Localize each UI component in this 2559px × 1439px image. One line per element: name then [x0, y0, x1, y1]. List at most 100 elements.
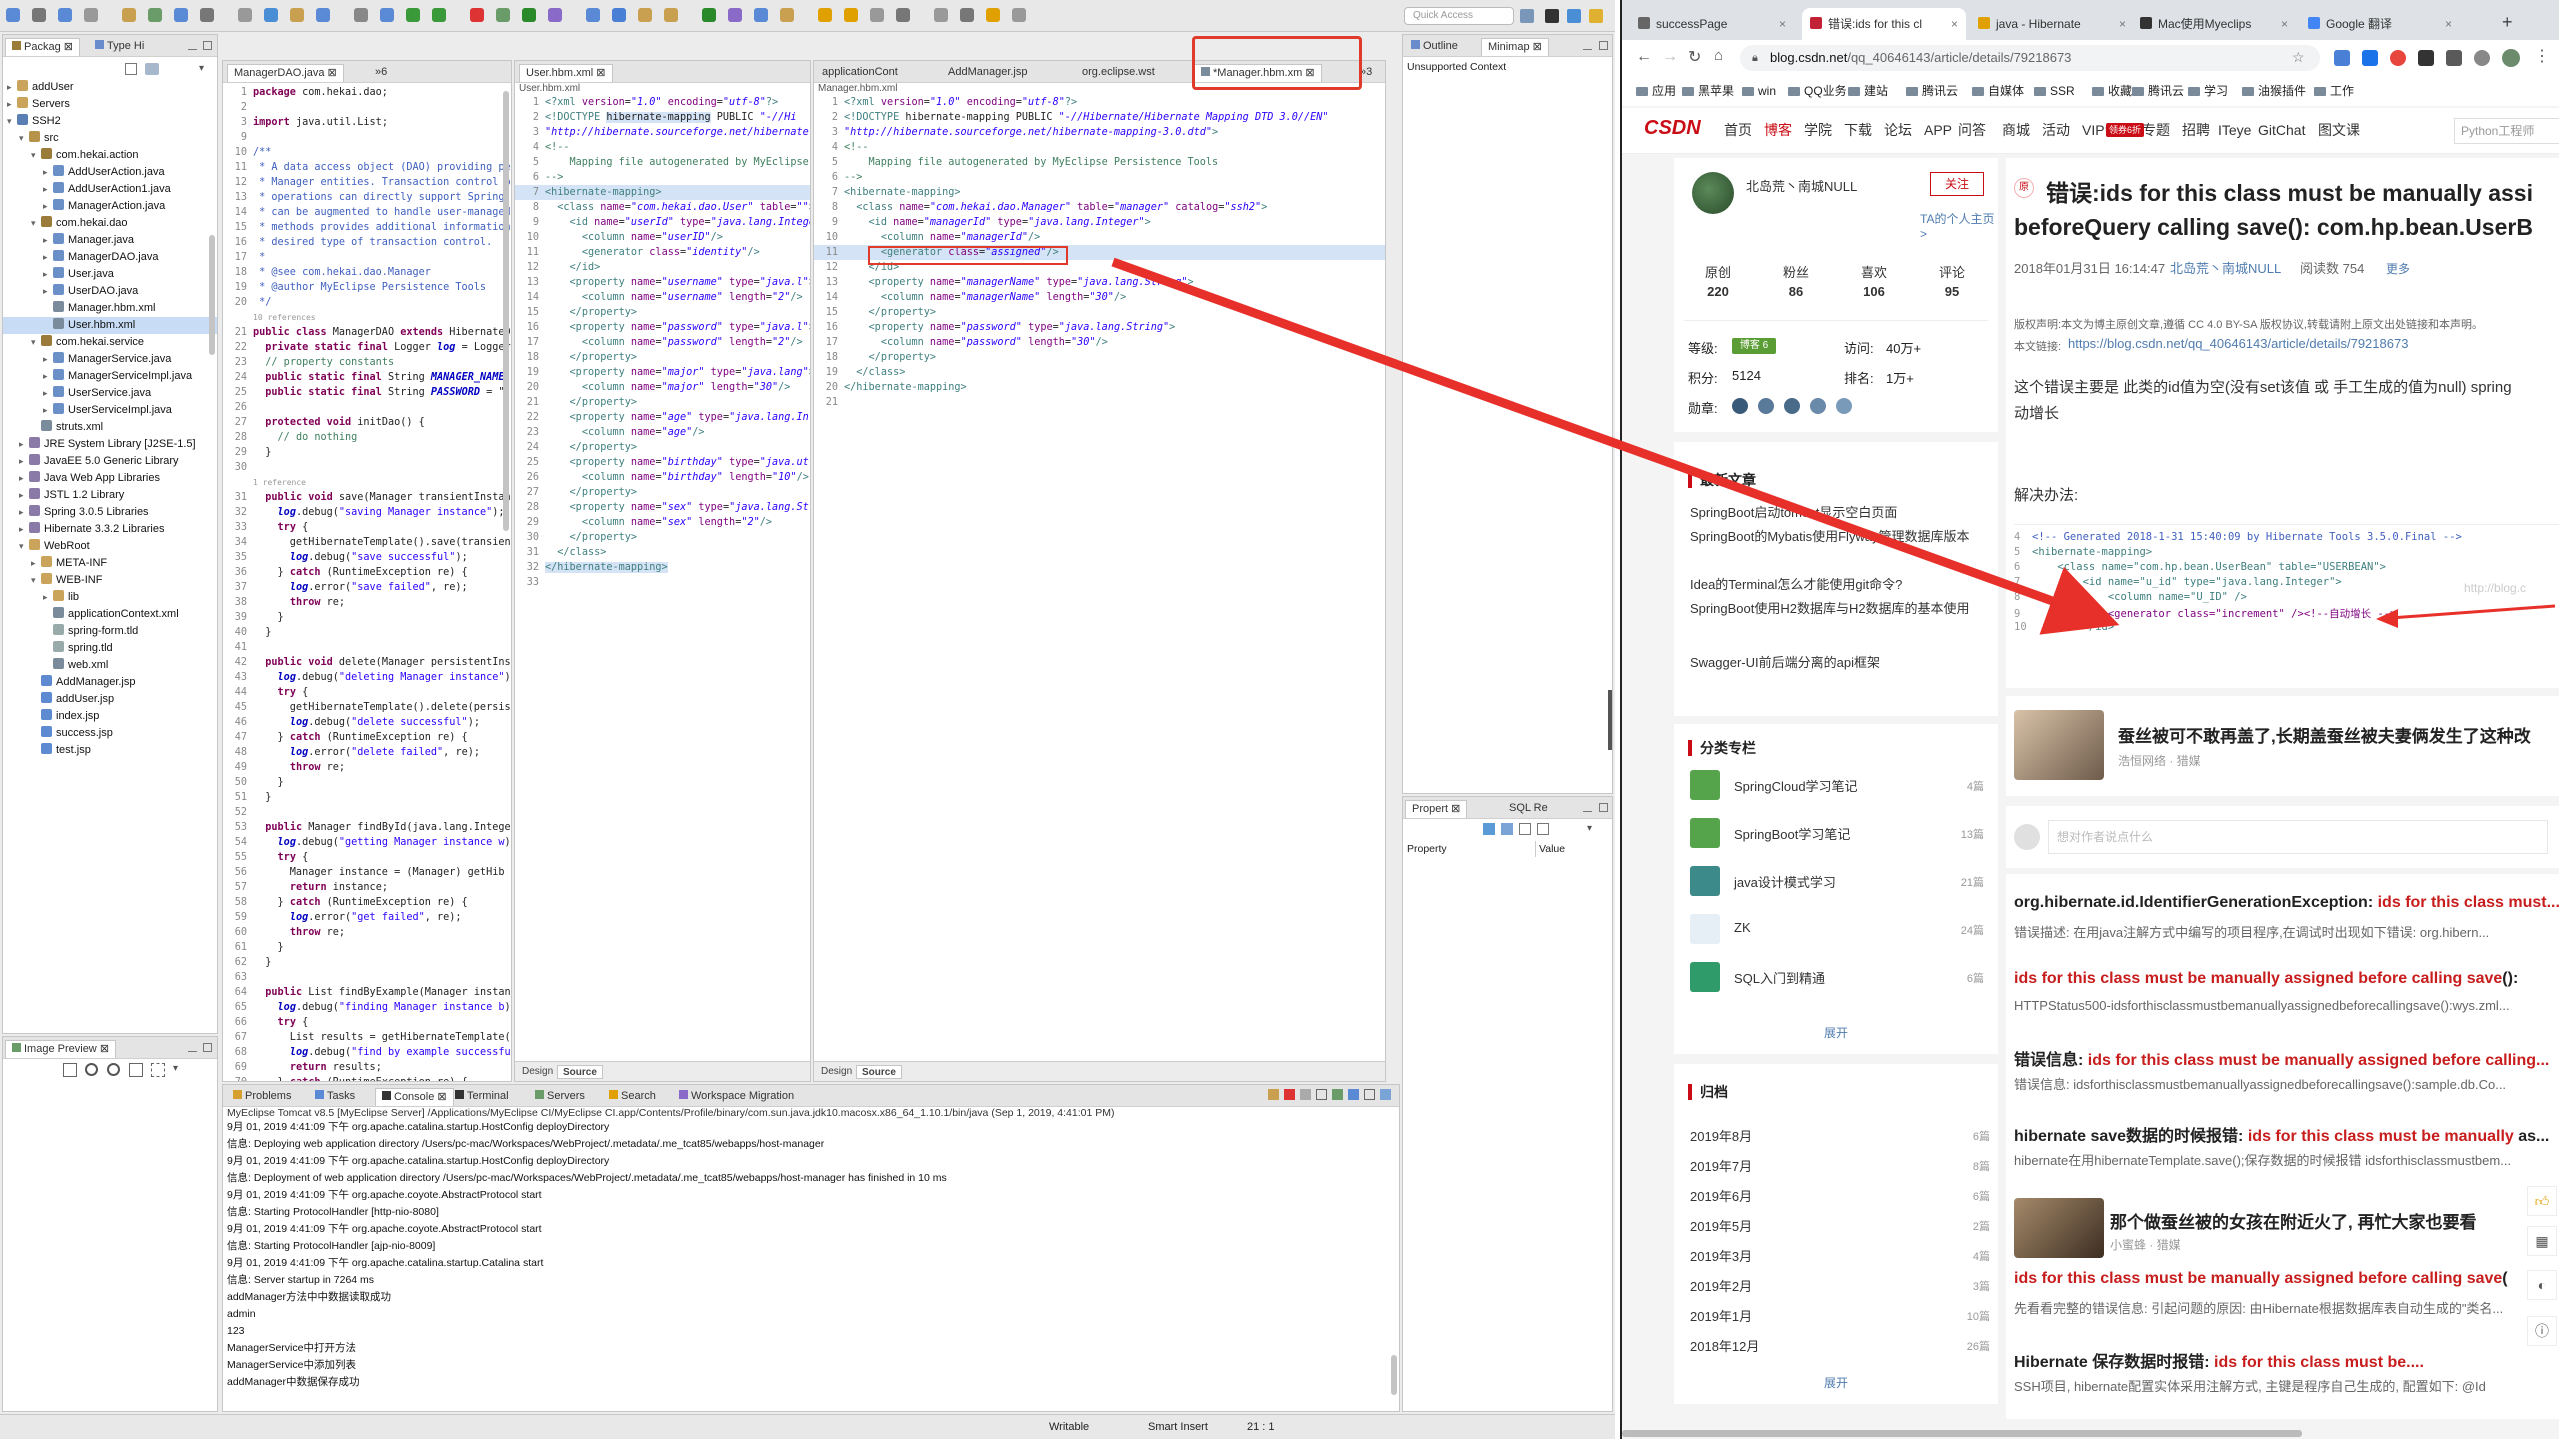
code-line[interactable]: 13 <property name="username" type="java.…	[515, 275, 810, 290]
view-menu-icon[interactable]: ▾	[199, 63, 204, 74]
tab-minimap[interactable]: Minimap ⊠	[1481, 38, 1549, 56]
code-line[interactable]: 17 <column name="password" length="2"/>	[515, 335, 810, 350]
latest-article-link[interactable]: SpringBoot启动tomcat显示空白页面	[1690, 502, 1986, 524]
code-line[interactable]: 14 <column name="managerName" length="30…	[814, 290, 1385, 305]
columns-expand-link[interactable]: 展开	[1824, 1024, 1848, 1041]
toolbar-icon[interactable]	[238, 8, 252, 22]
tree-item[interactable]: ▾ com.hekai.dao	[3, 215, 217, 232]
restore-icon[interactable]	[1537, 823, 1549, 835]
toolbar-icon[interactable]	[870, 8, 884, 22]
code-line[interactable]: 19 <property name="major" type="java.lan…	[515, 365, 810, 380]
tree-item[interactable]: ▸ AddUserAction.java	[3, 164, 217, 181]
code-line[interactable]: 7 <hibernate-mapping>	[814, 185, 1385, 200]
code-line[interactable]: 6 -->	[515, 170, 810, 185]
twistie-icon[interactable]: ▸	[43, 164, 53, 181]
tab-console[interactable]: Console ⊠	[375, 1088, 454, 1106]
qrcode-button[interactable]: ▦	[2527, 1226, 2557, 1256]
toolbar-icon[interactable]	[290, 8, 304, 22]
clear-console-icon[interactable]	[1316, 1089, 1327, 1100]
code-line[interactable]: 21 public class ManagerDAO extends Hibern…	[223, 325, 511, 340]
code-line[interactable]: 15 * methods provides additional informa…	[223, 220, 511, 235]
code-line[interactable]: 46 log.debug("delete successful");	[223, 715, 511, 730]
new-tab-button[interactable]: +	[2502, 12, 2513, 33]
tree-item[interactable]: AddManager.jsp	[3, 674, 217, 691]
code-line[interactable]: 32 </hibernate-mapping>	[515, 560, 810, 575]
archive-item[interactable]: 2018年12月 26篇	[1690, 1332, 1990, 1362]
browser-tab[interactable]: 错误:ids for this cl ×	[1802, 8, 1966, 40]
code-line[interactable]: 61 }	[223, 940, 511, 955]
toolbar-icon[interactable]	[728, 8, 742, 22]
toolbar-icon[interactable]	[548, 8, 562, 22]
tree-item[interactable]: ▸ Spring 3.0.5 Libraries	[3, 504, 217, 521]
tree-item[interactable]: ▸ META-INF	[3, 555, 217, 572]
bookmark-item[interactable]: 油猴插件	[2242, 80, 2306, 102]
code-line[interactable]: 27 </property>	[515, 485, 810, 500]
tree-item[interactable]: ▾ SSH2	[3, 113, 217, 130]
archive-item[interactable]: 2019年2月 3篇	[1690, 1272, 1990, 1302]
twistie-icon[interactable]: ▸	[43, 249, 53, 266]
toolbar-icon[interactable]	[264, 8, 278, 22]
twistie-icon[interactable]: ▾	[31, 334, 41, 351]
code-line[interactable]: 47 } catch (RuntimeException re) {	[223, 730, 511, 745]
toolbar-icon[interactable]	[200, 8, 214, 22]
console-output[interactable]: 9月 01, 2019 4:41:09 下午 org.apache.catali…	[223, 1119, 1399, 1411]
zoom-out-icon[interactable]	[107, 1063, 120, 1076]
new-console-icon[interactable]	[1380, 1089, 1391, 1100]
tree-item[interactable]: Manager.hbm.xml	[3, 300, 217, 317]
horizontal-scrollbar[interactable]	[1622, 1430, 2302, 1437]
code-line[interactable]: 28 <property name="sex" type="java.lang.…	[515, 500, 810, 515]
twistie-icon[interactable]: ▸	[19, 453, 29, 470]
code-line[interactable]: 69 return results;	[223, 1060, 511, 1075]
twistie-icon[interactable]: ▸	[7, 79, 17, 96]
archive-item[interactable]: 2019年5月 2篇	[1690, 1212, 1990, 1242]
home-icon[interactable]: ⌂	[1714, 47, 1723, 64]
tab-outline[interactable]: Outline	[1405, 38, 1464, 56]
bookmark-item[interactable]: 黑苹果	[1682, 80, 1734, 102]
author-name[interactable]: 北岛荒丶南城NULL	[1746, 176, 1857, 195]
tree-item[interactable]: ▸ Manager.java	[3, 232, 217, 249]
code-line[interactable]: 22 private static final Logger log = Log…	[223, 340, 511, 355]
ad-card[interactable]: 那个做蚕丝被的女孩在附近火了, 再忙大家也要看 小蜜蜂 · 猎媒	[2006, 1192, 2559, 1272]
twistie-icon[interactable]: ▾	[7, 113, 17, 130]
tree-item[interactable]: ▸ Hibernate 3.3.2 Libraries	[3, 521, 217, 538]
code-line[interactable]: 29 }	[223, 445, 511, 460]
close-icon[interactable]: ×	[2281, 8, 2288, 40]
twistie-icon[interactable]: ▸	[43, 283, 53, 300]
maximize-icon[interactable]	[203, 41, 212, 50]
code-line[interactable]: 14 <column name="username" length="2"/>	[515, 290, 810, 305]
code-line[interactable]: 18 </property>	[515, 350, 810, 365]
code-line[interactable]: 2 <!DOCTYPE hibernate-mapping PUBLIC "-//…	[515, 110, 810, 125]
latest-article-link[interactable]: SpringBoot使用H2数据库与H2数据库的基本使用	[1690, 598, 1986, 620]
filter-icon[interactable]	[1519, 823, 1531, 835]
tree-item[interactable]: index.jsp	[3, 708, 217, 725]
code-line[interactable]: 48 log.error("delete failed", re);	[223, 745, 511, 760]
tree-item[interactable]: applicationContext.xml	[3, 606, 217, 623]
tab-source[interactable]: Source	[856, 1065, 902, 1079]
column-divider[interactable]	[1535, 841, 1536, 857]
code-line[interactable]: 13 <property name="managerName" type="ja…	[814, 275, 1385, 290]
twistie-icon[interactable]: ▸	[43, 385, 53, 402]
column-name[interactable]: SQL入门到精通	[1734, 968, 1825, 987]
archive-item[interactable]: 2019年7月 8篇	[1690, 1152, 1990, 1182]
code-line[interactable]: 19 * @author MyEclipse Persistence Tools	[223, 280, 511, 295]
archive-item[interactable]: 2019年6月 6篇	[1690, 1182, 1990, 1212]
code-line[interactable]: 25 public static final String PASSWORD =…	[223, 385, 511, 400]
bookmark-item[interactable]: 收藏	[2092, 80, 2132, 102]
tree-item[interactable]: ▸ User.java	[3, 266, 217, 283]
tree-item[interactable]: addUser.jsp	[3, 691, 217, 708]
tab-addmanager-jsp[interactable]: AddManager.jsp	[942, 64, 1034, 82]
column-name[interactable]: SpringCloud学习笔记	[1734, 776, 1858, 795]
minimize-icon[interactable]	[188, 1043, 197, 1052]
code-line[interactable]: 20 </hibernate-mapping>	[814, 380, 1385, 395]
code-line[interactable]: 2 <!DOCTYPE hibernate-mapping PUBLIC "-//…	[814, 110, 1385, 125]
code-line[interactable]: 4 <!--	[814, 140, 1385, 155]
code-line[interactable]: 34 getHibernateTemplate().save(transient…	[223, 535, 511, 550]
bookmark-item[interactable]: 自媒体	[1972, 80, 2024, 102]
twistie-icon[interactable]: ▸	[43, 589, 53, 606]
code-line[interactable]: 33 try {	[223, 520, 511, 535]
code-line[interactable]: 29 <column name="sex" length="2"/>	[515, 515, 810, 530]
code-line[interactable]: 22 <property name="age" type="java.lang.…	[515, 410, 810, 425]
code-line[interactable]: 10 <column name="userID"/>	[515, 230, 810, 245]
twistie-icon[interactable]: ▸	[43, 402, 53, 419]
code-line[interactable]: 18 </property>	[814, 350, 1385, 365]
